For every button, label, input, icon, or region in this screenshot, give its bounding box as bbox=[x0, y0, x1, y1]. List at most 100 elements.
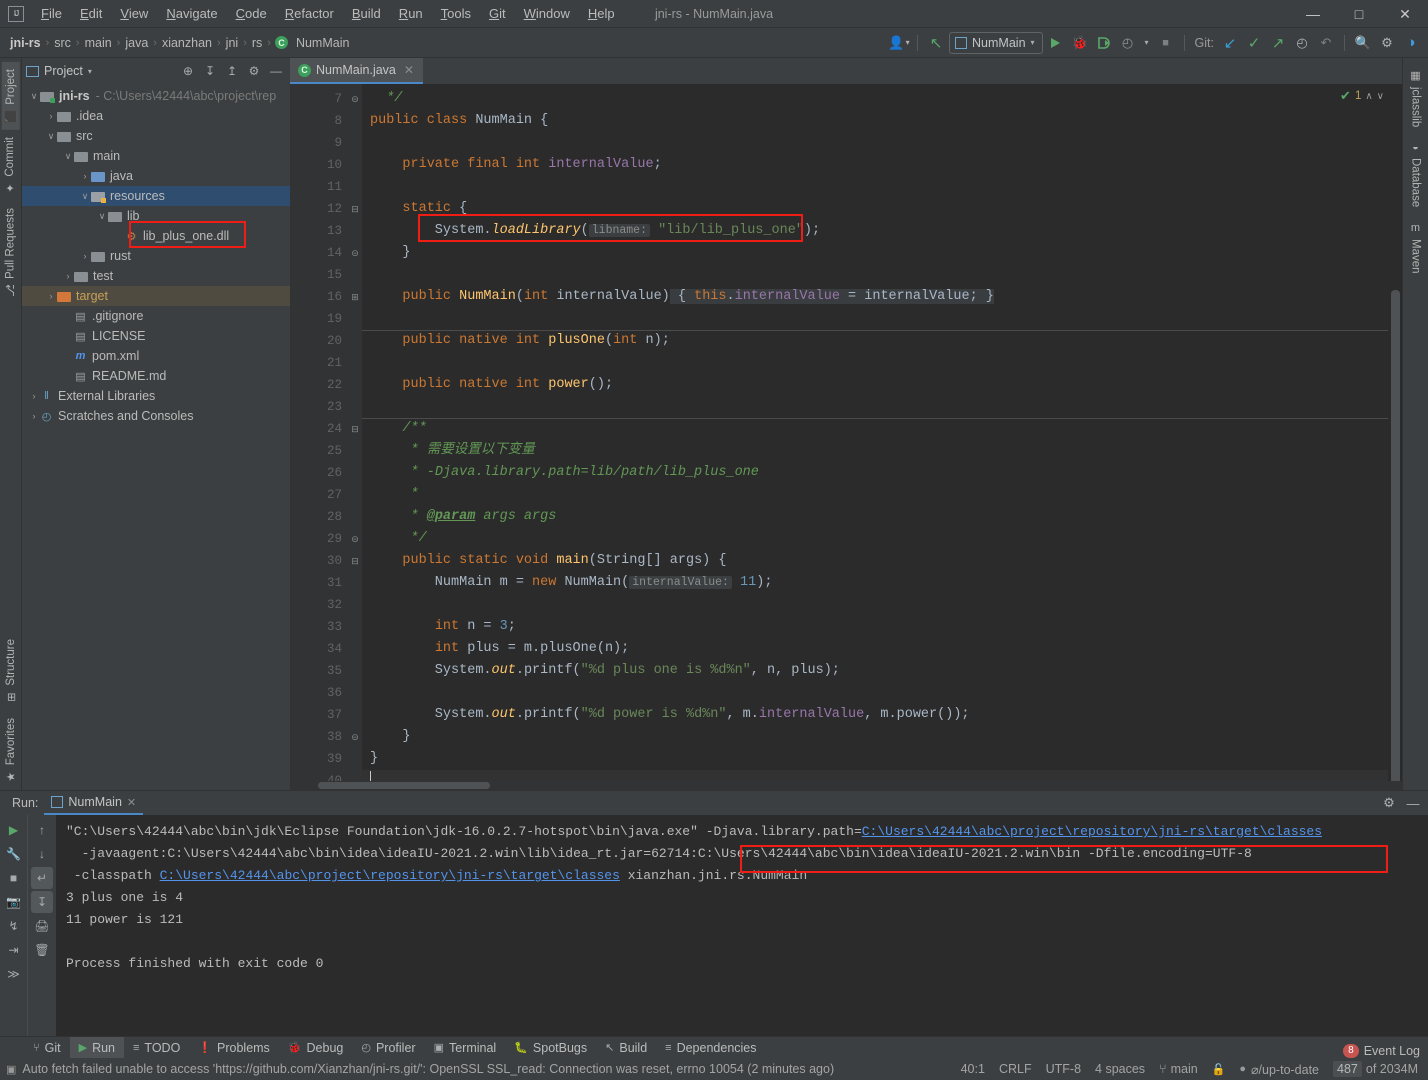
gutter-line-23[interactable]: 23 bbox=[290, 396, 348, 418]
tree-node-target[interactable]: › target bbox=[22, 286, 290, 306]
gutter-line-29[interactable]: 29 bbox=[290, 528, 348, 550]
bottom-tab-problems[interactable]: ❗ Problems bbox=[189, 1037, 279, 1059]
code-line-23[interactable] bbox=[362, 396, 1388, 418]
tree-node-LICENSE[interactable]: ▤ LICENSE bbox=[22, 326, 290, 346]
gutter-line-24[interactable]: 24 bbox=[290, 418, 348, 440]
code-line-15[interactable] bbox=[362, 264, 1388, 286]
hide-window-icon[interactable]: — bbox=[1402, 792, 1424, 814]
code-line-22[interactable]: public native int power(); bbox=[362, 374, 1388, 396]
console-action-5-icon[interactable]: 🗑 bbox=[31, 939, 53, 961]
git-push-icon[interactable]: ↗ bbox=[1267, 32, 1289, 54]
target-icon[interactable]: ⊕ bbox=[178, 61, 198, 81]
gutter-line-25[interactable]: 25 bbox=[290, 440, 348, 462]
code-line-37[interactable]: System.out.printf("%d power is %d%n", m.… bbox=[362, 704, 1388, 726]
tree-node-java[interactable]: › java bbox=[22, 166, 290, 186]
lock-icon[interactable]: 🔓 bbox=[1212, 1063, 1226, 1076]
menu-view[interactable]: View bbox=[111, 3, 157, 24]
git-rollback-icon[interactable]: ↶ bbox=[1315, 32, 1337, 54]
tool-tab-pull-requests[interactable]: ⎇ Pull Requests bbox=[2, 201, 19, 304]
run-action-1-icon[interactable]: 🔧 bbox=[3, 843, 25, 865]
gutter-line-34[interactable]: 34 bbox=[290, 638, 348, 660]
code-line-28[interactable]: * @param args args bbox=[362, 506, 1388, 528]
menu-help[interactable]: Help bbox=[579, 3, 624, 24]
breadcrumb-rs[interactable]: rs bbox=[248, 34, 266, 52]
caret-position[interactable]: 40:1 bbox=[961, 1062, 985, 1076]
fold-marker-16[interactable]: ⊞ bbox=[348, 286, 362, 308]
menu-git[interactable]: Git bbox=[480, 3, 515, 24]
gutter-line-21[interactable]: 21 bbox=[290, 352, 348, 374]
bottom-tab-git[interactable]: ⑂ Git bbox=[24, 1037, 70, 1059]
tree-node-resources[interactable]: ∨ resources bbox=[22, 186, 290, 206]
fold-marker-38[interactable]: ⊝ bbox=[348, 726, 362, 748]
code-line-35[interactable]: System.out.printf("%d plus one is %d%n",… bbox=[362, 660, 1388, 682]
project-title[interactable]: Project ▾ bbox=[26, 64, 92, 78]
bottom-tab-build[interactable]: ↖ Build bbox=[596, 1037, 656, 1059]
event-log-button[interactable]: 8 Event Log bbox=[1343, 1044, 1420, 1058]
tree-node-Scratches-and-Consoles[interactable]: › ◴ Scratches and Consoles bbox=[22, 406, 290, 426]
chevron-right-icon[interactable]: › bbox=[62, 271, 74, 281]
gutter-line-38[interactable]: 38 bbox=[290, 726, 348, 748]
tool-tab-maven[interactable]: m Maven bbox=[1408, 215, 1424, 281]
gutter-line-40[interactable]: 40 bbox=[290, 770, 348, 781]
chevron-right-icon[interactable]: › bbox=[28, 411, 40, 421]
code-line-25[interactable]: * 需要设置以下变量 bbox=[362, 440, 1388, 462]
run-action-6-icon[interactable]: ≫ bbox=[3, 963, 25, 985]
editor-scrollbar[interactable] bbox=[1388, 84, 1402, 781]
code-line-26[interactable]: * -Djava.library.path=lib/path/lib_plus_… bbox=[362, 462, 1388, 484]
gutter-line-35[interactable]: 35 bbox=[290, 660, 348, 682]
gutter-line-15[interactable]: 15 bbox=[290, 264, 348, 286]
menu-navigate[interactable]: Navigate bbox=[157, 3, 226, 24]
sync-status[interactable]: ● ⌀/up-to-date bbox=[1239, 1062, 1319, 1077]
editor-code[interactable]: */public class NumMain { private final i… bbox=[362, 84, 1388, 781]
tree-node-main[interactable]: ∨ main bbox=[22, 146, 290, 166]
fold-marker-30[interactable]: ⊟ bbox=[348, 550, 362, 572]
tree-node-rust[interactable]: › rust bbox=[22, 246, 290, 266]
code-line-21[interactable] bbox=[362, 352, 1388, 374]
chevron-right-icon[interactable]: › bbox=[28, 391, 40, 401]
gutter-line-32[interactable]: 32 bbox=[290, 594, 348, 616]
editor-gutter[interactable]: 7 8▶ 9 10 11 12 13 14 15 16 19 20 21 22 23 24 25 26 27 28 29… bbox=[290, 84, 361, 781]
chevron-down-icon[interactable]: ∨ bbox=[79, 191, 91, 202]
menu-tools[interactable]: Tools bbox=[432, 3, 480, 24]
bottom-tab-profiler[interactable]: ◴ Profiler bbox=[352, 1037, 424, 1059]
code-line-34[interactable]: int plus = m.plusOne(n); bbox=[362, 638, 1388, 660]
console-action-4-icon[interactable]: 🖨 bbox=[31, 915, 53, 937]
run-with-coverage-button[interactable] bbox=[1093, 32, 1115, 54]
breadcrumb-class[interactable]: NumMain bbox=[292, 34, 354, 52]
tree-node-src[interactable]: ∨ src bbox=[22, 126, 290, 146]
console-output[interactable]: "C:\Users\42444\abc\bin\jdk\Eclipse Foun… bbox=[56, 815, 1428, 1036]
debug-button[interactable]: 🐞 bbox=[1069, 32, 1091, 54]
bottom-tab-dependencies[interactable]: ≡ Dependencies bbox=[656, 1037, 765, 1059]
fold-marker-12[interactable]: ⊟ bbox=[348, 198, 362, 220]
tree-node-lib_plus_one.dll[interactable]: ⚙ lib_plus_one.dll bbox=[22, 226, 290, 246]
project-tree[interactable]: ∨ jni-rs - C:\Users\42444\abc\project\rep ›… bbox=[22, 84, 290, 790]
stop-button[interactable]: ■ bbox=[1155, 32, 1177, 54]
gutter-line-13[interactable]: 13 bbox=[290, 220, 348, 242]
gutter-line-36[interactable]: 36 bbox=[290, 682, 348, 704]
menu-code[interactable]: Code bbox=[227, 3, 276, 24]
code-line-33[interactable]: int n = 3; bbox=[362, 616, 1388, 638]
code-line-27[interactable]: * bbox=[362, 484, 1388, 506]
tool-tab-database[interactable]: ◒ Database bbox=[1408, 134, 1424, 214]
tree-node-jni-rs[interactable]: ∨ jni-rs - C:\Users\42444\abc\project\rep bbox=[22, 86, 290, 106]
search-icon[interactable]: 🔍 bbox=[1352, 32, 1374, 54]
tree-node-.idea[interactable]: › .idea bbox=[22, 106, 290, 126]
code-line-12[interactable]: static { bbox=[362, 198, 1388, 220]
gutter-line-31[interactable]: 31 bbox=[290, 572, 348, 594]
tool-tab-project[interactable]: ⬛ Project bbox=[1, 62, 20, 130]
bottom-tab-spotbugs[interactable]: 🐛 SpotBugs bbox=[505, 1037, 596, 1059]
gutter-line-12[interactable]: 12 bbox=[290, 198, 348, 220]
fold-marker-24[interactable]: ⊟ bbox=[348, 418, 362, 440]
code-line-39[interactable]: } bbox=[362, 748, 1388, 770]
close-icon[interactable]: ✕ bbox=[127, 796, 136, 809]
chevron-down-icon[interactable]: ∨ bbox=[28, 91, 40, 102]
prev-problem-icon[interactable]: ∧ bbox=[1365, 91, 1372, 102]
chevron-right-icon[interactable]: › bbox=[45, 291, 57, 301]
close-button[interactable]: ✕ bbox=[1382, 0, 1428, 28]
line-separator[interactable]: CRLF bbox=[999, 1062, 1032, 1076]
fold-marker-29[interactable]: ⊝ bbox=[348, 528, 362, 550]
editor-horizontal-scrollbar[interactable] bbox=[290, 781, 1402, 790]
code-line-40[interactable] bbox=[362, 770, 1388, 781]
gutter-line-26[interactable]: 26 bbox=[290, 462, 348, 484]
code-line-32[interactable] bbox=[362, 594, 1388, 616]
